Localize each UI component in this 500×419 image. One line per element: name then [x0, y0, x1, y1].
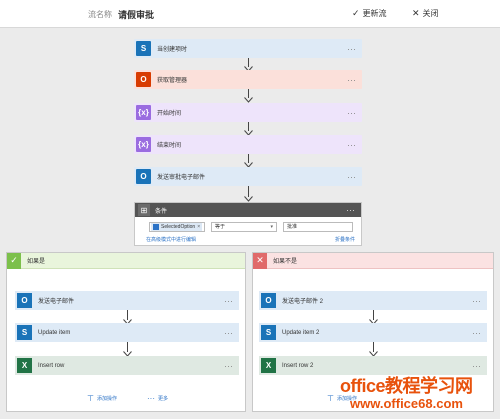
- condition-card[interactable]: ⊞ 条件 ··· SelectedOption × 等于 ▾ 批准 在高级模式中…: [134, 202, 362, 246]
- more-options-icon[interactable]: ···: [224, 328, 233, 337]
- no-step-card-1[interactable]: S Update item 2 ···: [259, 323, 487, 342]
- collapse-condition-link[interactable]: 折叠条件: [335, 236, 355, 243]
- close-label: 关闭: [422, 9, 439, 18]
- condition-left-operand[interactable]: SelectedOption ×: [149, 222, 205, 232]
- yes-step-card-0[interactable]: O 发送电子邮件 ···: [15, 291, 239, 310]
- step-card-4[interactable]: O 发送审批电子邮件 ···: [134, 167, 362, 186]
- flow-arrow: [244, 89, 253, 103]
- step-card-1[interactable]: O 获取管理器 ···: [134, 70, 362, 89]
- step-label: Insert row 2: [282, 362, 314, 369]
- step-label: 发送电子邮件 2: [282, 299, 324, 305]
- step-label: Update item 2: [282, 329, 320, 336]
- edit-advanced-mode-link[interactable]: 在高级模式中进行编辑: [146, 236, 196, 243]
- more-button[interactable]: ··· 更多: [147, 394, 168, 403]
- step-label: 发送电子邮件: [38, 299, 75, 305]
- more-options-icon[interactable]: ···: [472, 296, 481, 305]
- yes-step-card-1[interactable]: S Update item ···: [15, 323, 239, 342]
- outlook-icon: O: [261, 293, 276, 308]
- step-label: 当创建项时: [157, 47, 188, 53]
- checkmark-icon: ✓: [7, 252, 21, 269]
- step-card-2[interactable]: {x} 开始时间 ···: [134, 103, 362, 122]
- flow-arrow: [369, 342, 378, 357]
- more-options-icon[interactable]: ···: [347, 108, 356, 117]
- more-options-icon[interactable]: ···: [472, 328, 481, 337]
- expression-icon: {x}: [136, 105, 151, 120]
- excel-icon: X: [17, 358, 32, 373]
- yes-step-card-2[interactable]: X Insert row ···: [15, 356, 239, 375]
- if-yes-label: 如果是: [27, 259, 46, 265]
- flow-arrow: [244, 154, 253, 168]
- close-icon: ✕: [253, 252, 267, 269]
- expression-icon: {x}: [136, 137, 151, 152]
- remove-token-icon[interactable]: ×: [197, 224, 200, 230]
- step-label: Update item: [38, 329, 71, 336]
- outlook-icon: [153, 224, 159, 230]
- if-yes-header: ✓ 如果是: [7, 252, 245, 269]
- more-options-icon[interactable]: ···: [224, 361, 233, 370]
- add-action-label: 添加操作: [96, 396, 117, 402]
- chevron-down-icon: ▾: [270, 224, 273, 230]
- step-card-3[interactable]: {x} 结束时间 ···: [134, 135, 362, 154]
- watermark-title: office教程学习网: [340, 376, 473, 396]
- outlook-icon: O: [17, 293, 32, 308]
- more-options-icon[interactable]: ···: [347, 44, 356, 53]
- step-label: Insert row: [38, 362, 65, 369]
- if-no-label: 如果不是: [273, 259, 298, 265]
- condition-value-input[interactable]: 批准: [283, 222, 353, 232]
- operator-value: 等于: [215, 224, 226, 230]
- more-options-icon[interactable]: ···: [347, 140, 356, 149]
- more-label: 更多: [158, 396, 169, 402]
- no-step-card-0[interactable]: O 发送电子邮件 2 ···: [259, 291, 487, 310]
- step-card-0[interactable]: S 当创建项时 ···: [134, 39, 362, 58]
- flow-arrow: [244, 186, 253, 202]
- more-options-icon: ···: [147, 394, 155, 403]
- sharepoint-icon: S: [261, 325, 276, 340]
- add-action-button[interactable]: ⊤ 添加操作: [87, 394, 117, 403]
- condition-row: SelectedOption × 等于 ▾ 批准: [149, 222, 353, 232]
- step-label: 发送审批电子邮件: [157, 175, 206, 181]
- step-label: 获取管理器: [157, 78, 188, 84]
- flow-arrow: [244, 122, 253, 136]
- office-icon: O: [136, 72, 151, 87]
- more-options-icon[interactable]: ···: [347, 75, 356, 84]
- outlook-icon: O: [136, 169, 151, 184]
- dynamic-content-token[interactable]: SelectedOption ×: [151, 223, 203, 231]
- more-options-icon[interactable]: ···: [347, 172, 356, 181]
- step-label: 结束时间: [157, 143, 182, 149]
- excel-icon: X: [261, 358, 276, 373]
- condition-label: 条件: [155, 208, 168, 215]
- header-bar: 流名称 请假审批 ✓ 更新流 ✕ 关闭: [0, 0, 500, 28]
- more-options-icon[interactable]: ···: [224, 296, 233, 305]
- flow-name-label: 流名称: [88, 10, 112, 19]
- add-action-icon: ⊤: [87, 394, 94, 403]
- sharepoint-icon: S: [136, 41, 151, 56]
- more-options-icon[interactable]: ···: [472, 361, 481, 370]
- update-flow-label: 更新流: [362, 9, 387, 18]
- sharepoint-icon: S: [17, 325, 32, 340]
- more-options-icon[interactable]: ···: [346, 206, 355, 215]
- condition-icon: ⊞: [138, 204, 150, 216]
- if-no-header: ✕ 如果不是: [253, 252, 493, 269]
- flow-name-input[interactable]: 请假审批: [118, 8, 154, 21]
- condition-header: ⊞ 条件 ···: [135, 203, 361, 217]
- flow-designer: 流名称 请假审批 ✓ 更新流 ✕ 关闭 S 当创建项时 ··· O 获取管理器 …: [0, 0, 500, 419]
- step-label: 开始时间: [157, 111, 182, 117]
- watermark-url: www.office68.com: [350, 396, 463, 411]
- if-yes-branch: ✓ 如果是 O 发送电子邮件 ··· S Update item ··· X I…: [6, 252, 246, 412]
- update-flow-button[interactable]: ✓ 更新流: [352, 8, 387, 19]
- close-icon: ✕: [412, 8, 420, 18]
- close-button[interactable]: ✕ 关闭: [412, 8, 439, 19]
- checkmark-icon: ✓: [352, 8, 360, 18]
- operator-select[interactable]: 等于 ▾: [211, 222, 277, 232]
- add-action-icon: ⊤: [327, 394, 334, 403]
- token-label: SelectedOption: [161, 224, 196, 230]
- flow-arrow: [123, 342, 132, 357]
